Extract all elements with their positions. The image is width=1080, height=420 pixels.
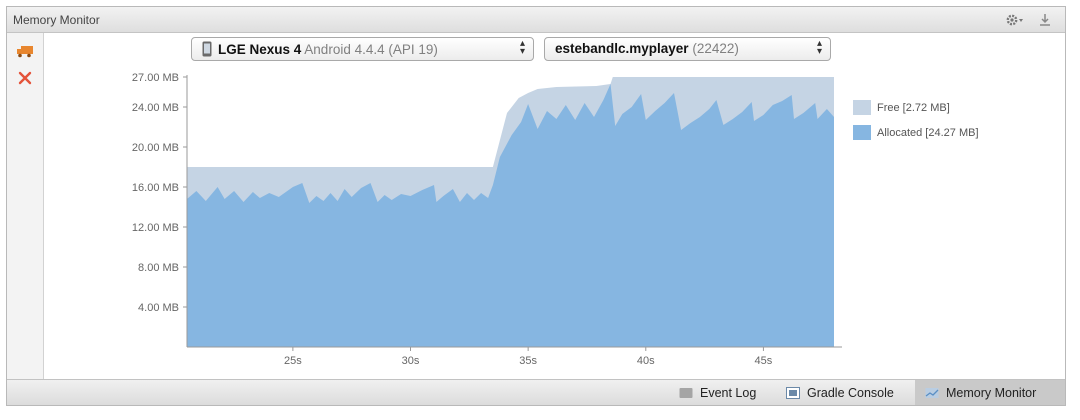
y-tick-label: 4.00 MB xyxy=(138,302,179,314)
legend-allocated: Allocated [24.27 MB] xyxy=(853,120,979,145)
y-tick-label: 20.00 MB xyxy=(132,142,179,154)
bottom-tool-bar: Event Log Gradle Console Memory Monitor xyxy=(7,379,1065,405)
tab-memory-monitor[interactable]: Memory Monitor xyxy=(915,380,1065,405)
y-tick-label: 27.00 MB xyxy=(132,72,179,84)
legend-allocated-swatch xyxy=(853,125,871,140)
legend-free-label: Free [2.72 MB] xyxy=(877,101,950,114)
y-tick-label: 16.00 MB xyxy=(132,182,179,194)
tab-gradle-console-label: Gradle Console xyxy=(807,385,894,400)
tab-event-log-label: Event Log xyxy=(700,385,757,400)
legend-free-swatch xyxy=(853,100,871,115)
memory-monitor-icon xyxy=(925,387,939,398)
gradle-console-icon xyxy=(786,386,800,399)
y-tick-label: 24.00 MB xyxy=(132,102,179,114)
memory-monitor-window: Memory Monitor LGE Nexus 4 Android 4.4.4… xyxy=(6,6,1066,406)
chart-legend: Free [2.72 MB] Allocated [24.27 MB] xyxy=(853,95,979,145)
y-tick-label: 12.00 MB xyxy=(132,222,179,234)
x-tick-label: 40s xyxy=(637,355,655,367)
legend-free: Free [2.72 MB] xyxy=(853,95,979,120)
tab-memory-monitor-label: Memory Monitor xyxy=(946,385,1037,400)
y-tick-label: 8.00 MB xyxy=(138,262,179,274)
legend-allocated-label: Allocated [24.27 MB] xyxy=(877,126,979,139)
memory-chart: 4.00 MB 8.00 MB 12.00 MB 16.00 MB 20.00 MB 24… xyxy=(132,72,842,367)
tab-event-log[interactable]: Event Log xyxy=(669,380,768,405)
x-tick-label: 30s xyxy=(402,355,420,367)
event-log-icon xyxy=(679,387,693,398)
x-tick-label: 45s xyxy=(755,355,773,367)
x-tick-label: 25s xyxy=(284,355,302,367)
x-tick-label: 35s xyxy=(519,355,537,367)
tab-gradle-console[interactable]: Gradle Console xyxy=(776,380,906,405)
